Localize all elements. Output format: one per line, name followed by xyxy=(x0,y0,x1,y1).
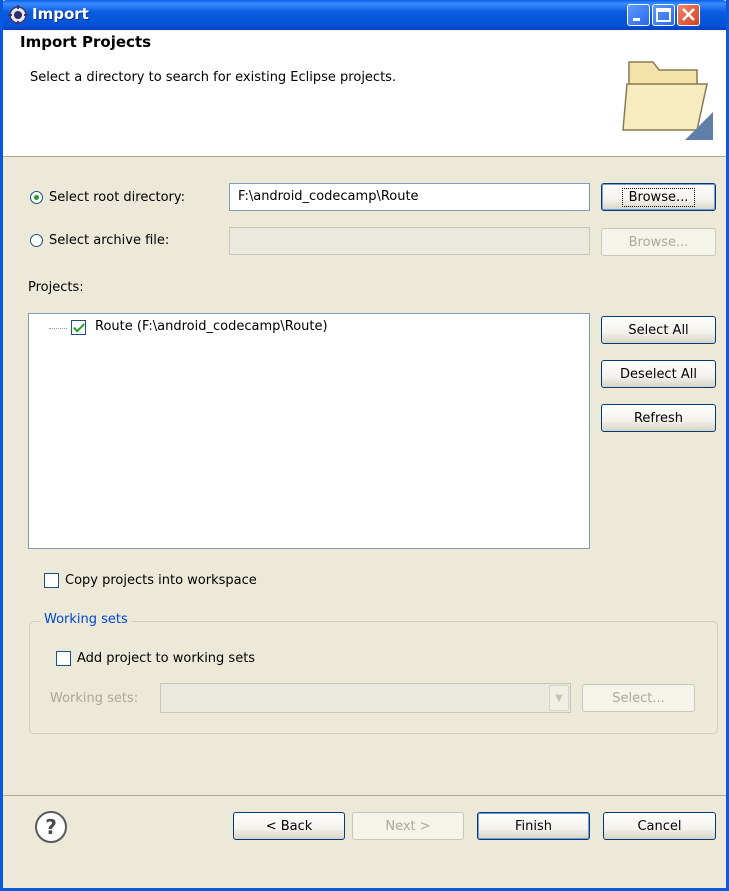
finish-button[interactable]: Finish xyxy=(477,812,590,840)
browse-archive-button[interactable]: Browse... xyxy=(601,228,716,256)
add-to-working-sets-label: Add project to working sets xyxy=(77,651,256,666)
window-title: Import xyxy=(32,5,89,23)
root-directory-input[interactable]: F:\android_codecamp\Route xyxy=(229,183,590,211)
projects-label: Projects: xyxy=(28,280,84,295)
add-to-working-sets-option[interactable]: Add project to working sets xyxy=(50,651,255,666)
cancel-button[interactable]: Cancel xyxy=(603,812,716,840)
working-sets-group xyxy=(29,621,718,734)
working-sets-combo[interactable]: ▼ xyxy=(160,683,571,713)
radio-button[interactable] xyxy=(30,234,43,247)
page-title: Import Projects xyxy=(20,33,152,51)
open-folder-icon xyxy=(622,61,713,140)
working-sets-group-title: Working sets xyxy=(41,612,131,627)
eclipse-gear-icon xyxy=(8,5,28,25)
radio-button[interactable] xyxy=(30,191,43,204)
title-bar[interactable]: Import xyxy=(3,0,726,30)
copy-projects-label: Copy projects into workspace xyxy=(65,573,257,588)
archive-file-input[interactable] xyxy=(229,227,590,255)
copy-projects-checkbox[interactable] xyxy=(44,573,59,588)
import-dialog: Import Import Projects Select a director… xyxy=(0,0,729,891)
project-route-checkbox[interactable] xyxy=(71,320,86,335)
next-button[interactable]: Next > xyxy=(352,812,464,840)
select-root-directory-radio[interactable]: Select root directory: xyxy=(30,190,185,205)
select-archive-file-radio[interactable]: Select archive file: xyxy=(30,233,169,248)
select-root-directory-label: Select root directory: xyxy=(49,190,186,205)
select-working-sets-button[interactable]: Select... xyxy=(582,684,695,712)
help-icon[interactable]: ? xyxy=(35,811,67,843)
projects-list[interactable]: Route (F:\android_codecamp\Route) xyxy=(28,313,590,549)
project-route-label[interactable]: Route (F:\android_codecamp\Route) xyxy=(95,319,328,334)
maximize-button[interactable] xyxy=(652,4,675,26)
refresh-button[interactable]: Refresh xyxy=(601,404,716,432)
footer-divider xyxy=(3,795,726,796)
close-icon xyxy=(682,8,695,21)
page-description: Select a directory to search for existin… xyxy=(30,70,397,85)
back-button[interactable]: < Back xyxy=(233,812,345,840)
select-all-button[interactable]: Select All xyxy=(601,316,716,344)
minimize-icon xyxy=(633,18,640,21)
minimize-button[interactable] xyxy=(627,4,650,26)
select-archive-file-label: Select archive file: xyxy=(49,233,170,248)
browse-root-button[interactable]: Browse... xyxy=(601,183,716,211)
chevron-down-icon[interactable]: ▼ xyxy=(549,685,569,711)
maximize-icon xyxy=(656,8,671,22)
deselect-all-button[interactable]: Deselect All xyxy=(601,360,716,388)
tree-connector xyxy=(49,328,67,329)
copy-projects-option[interactable]: Copy projects into workspace xyxy=(38,573,257,588)
close-button[interactable] xyxy=(677,4,700,26)
working-sets-field-label: Working sets: xyxy=(50,691,139,706)
add-to-working-sets-checkbox[interactable] xyxy=(56,651,71,666)
